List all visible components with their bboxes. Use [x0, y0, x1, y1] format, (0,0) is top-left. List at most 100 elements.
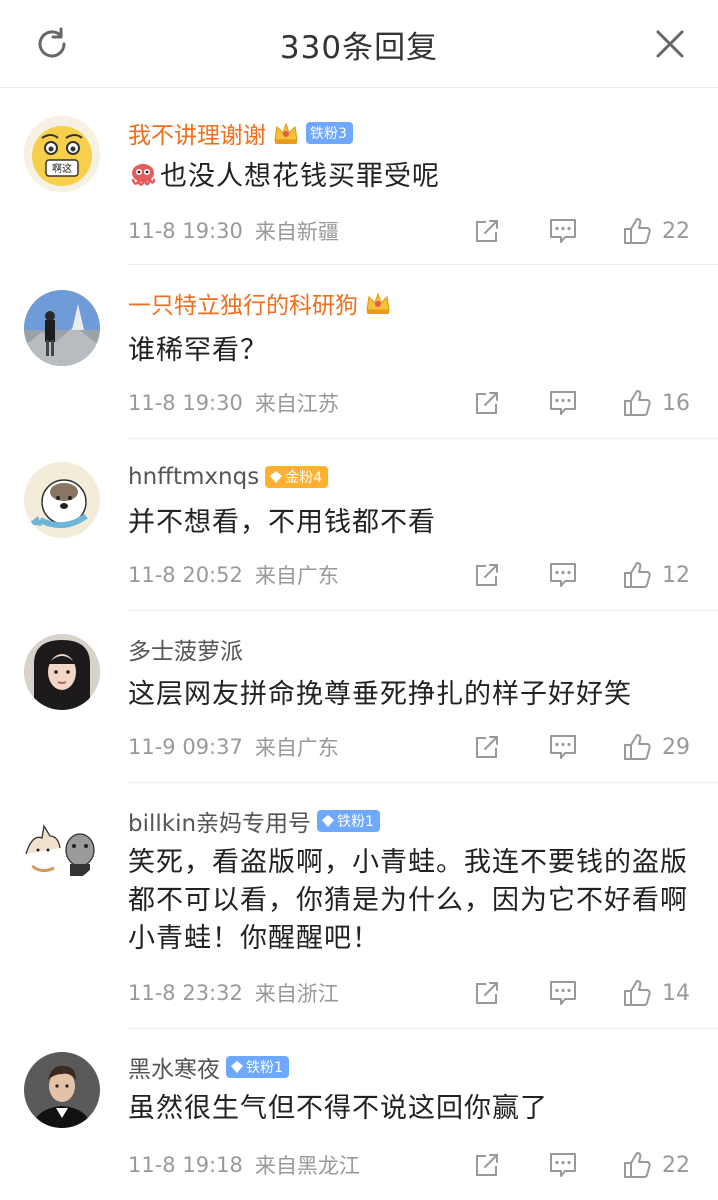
like-count: 12: [662, 562, 690, 588]
avatar[interactable]: [24, 462, 100, 538]
fan-badge: 金粉4: [265, 466, 329, 488]
comment-text-body: 也没人想花钱买罪受呢: [160, 161, 440, 192]
like-count: 14: [662, 980, 690, 1006]
badge-label: 铁粉1: [246, 1060, 283, 1076]
share-button[interactable]: [472, 216, 502, 246]
like-button[interactable]: 14: [622, 978, 690, 1008]
like-button[interactable]: 12: [622, 560, 690, 590]
share-icon: [476, 392, 498, 414]
name-row: 我不讲理谢谢 铁粉3: [128, 116, 353, 150]
like-count: 16: [662, 390, 690, 416]
close-icon[interactable]: [648, 22, 692, 66]
comment-text: 谁稀罕看？: [128, 335, 268, 366]
username[interactable]: billkin亲妈专用号: [128, 804, 311, 838]
reply-panel-header: 330条回复: [0, 0, 718, 88]
avatar[interactable]: 啊这: [24, 116, 100, 192]
comment-meta: 11-8 23:32 来自浙江: [128, 978, 339, 1008]
comment-icon: [550, 1153, 576, 1177]
comment-icon: [550, 391, 576, 415]
comment-meta: 11-9 09:37 来自广东: [128, 732, 339, 762]
share-button[interactable]: [472, 1150, 502, 1180]
reply-button[interactable]: [548, 388, 578, 418]
avatar[interactable]: [24, 290, 100, 366]
avatar[interactable]: [24, 634, 100, 710]
crown-icon: [364, 290, 392, 316]
share-button[interactable]: [472, 732, 502, 762]
thumbs-up-icon: [624, 734, 651, 760]
comment-item: hnfftmxnqs 金粉4 并不想看，不用钱都不看 11-8 20:52 来自…: [0, 438, 718, 611]
like-count: 22: [662, 1152, 690, 1178]
fan-badge: 铁粉1: [317, 810, 380, 832]
comment-item: 啊这 我不讲理谢谢 铁粉3 也没人想花钱买罪受呢 11-8 19:30 来自新疆…: [0, 88, 718, 265]
timestamp: 11-8 23:32: [128, 981, 243, 1005]
share-icon: [476, 220, 498, 242]
location: 来自新疆: [254, 220, 339, 244]
like-button[interactable]: 22: [622, 1150, 690, 1180]
page-title: 330条回复: [279, 30, 439, 66]
like-count: 22: [662, 218, 690, 244]
comment-meta: 11-8 19:30 来自新疆: [128, 216, 339, 246]
name-row: 黑水寒夜 铁粉1: [128, 1050, 289, 1084]
username[interactable]: hnfftmxnqs: [128, 464, 259, 490]
fan-badge: 铁粉1: [226, 1056, 289, 1078]
share-icon: [476, 736, 498, 758]
share-button[interactable]: [472, 560, 502, 590]
username[interactable]: 多士菠萝派: [128, 632, 243, 666]
badge-label: 铁粉3: [310, 126, 347, 142]
thumbs-up-icon: [624, 980, 651, 1006]
comment-icon: [550, 735, 576, 759]
location: 来自黑龙江: [254, 1154, 360, 1178]
octopus-emoji-icon: [128, 160, 158, 190]
badge-label: 金粉4: [285, 470, 323, 486]
reply-button[interactable]: [548, 560, 578, 590]
fan-badge: 铁粉3: [306, 122, 353, 144]
comment-item: billkin亲妈专用号 铁粉1 笑死，看盗版啊，小青蛙。我连不要钱的盗版都不可…: [0, 782, 718, 1029]
timestamp: 11-8 19:30: [128, 391, 243, 415]
comment-meta: 11-8 20:52 来自广东: [128, 560, 339, 590]
username[interactable]: 一只特立独行的科研狗: [128, 286, 358, 320]
reply-button[interactable]: [548, 978, 578, 1008]
like-button[interactable]: 22: [622, 216, 690, 246]
comment-item: 黑水寒夜 铁粉1 虽然很生气但不得不说这回你赢了 11-8 19:18 来自黑龙…: [0, 1028, 718, 1200]
comment-icon: [550, 563, 576, 587]
reply-button[interactable]: [548, 732, 578, 762]
location: 来自浙江: [254, 982, 339, 1006]
thumbs-up-icon: [624, 218, 651, 244]
comment-text: 这层网友拼命挽尊垂死挣扎的样子好好笑: [128, 679, 632, 710]
comment-text: 并不想看，不用钱都不看: [128, 507, 436, 538]
location: 来自广东: [254, 564, 339, 588]
name-row: billkin亲妈专用号 铁粉1: [128, 804, 380, 838]
name-row: hnfftmxnqs 金粉4: [128, 460, 329, 494]
diamond-icon: [231, 1061, 243, 1073]
comment-icon: [550, 981, 576, 1005]
like-button[interactable]: 16: [622, 388, 690, 418]
avatar[interactable]: [24, 1052, 100, 1128]
name-row: 多士菠萝派: [128, 632, 243, 666]
avatar-caption: 啊这: [52, 162, 72, 175]
thumbs-up-icon: [624, 390, 651, 416]
thumbs-up-icon: [624, 562, 651, 588]
like-count: 29: [662, 734, 690, 760]
diamond-icon: [270, 471, 283, 483]
username[interactable]: 黑水寒夜: [128, 1050, 220, 1084]
thumbs-up-icon: [624, 1152, 651, 1178]
reply-button[interactable]: [548, 1150, 578, 1180]
share-button[interactable]: [472, 388, 502, 418]
share-icon: [476, 1154, 498, 1176]
share-icon: [476, 982, 498, 1004]
timestamp: 11-8 19:30: [128, 219, 243, 243]
location: 来自江苏: [254, 392, 339, 416]
timestamp: 11-8 20:52: [128, 563, 243, 587]
comment-item: 一只特立独行的科研狗 谁稀罕看？ 11-8 19:30 来自江苏 16: [0, 264, 718, 439]
comment-meta: 11-8 19:30 来自江苏: [128, 388, 339, 418]
diamond-icon: [322, 815, 335, 827]
name-row: 一只特立独行的科研狗: [128, 286, 392, 320]
share-button[interactable]: [472, 978, 502, 1008]
avatar[interactable]: [24, 806, 100, 882]
reply-button[interactable]: [548, 216, 578, 246]
comment-text: 也没人想花钱买罪受呢: [128, 158, 688, 196]
share-icon: [476, 564, 498, 586]
location: 来自广东: [254, 736, 339, 760]
username[interactable]: 我不讲理谢谢: [128, 116, 266, 150]
like-button[interactable]: 29: [622, 732, 690, 762]
